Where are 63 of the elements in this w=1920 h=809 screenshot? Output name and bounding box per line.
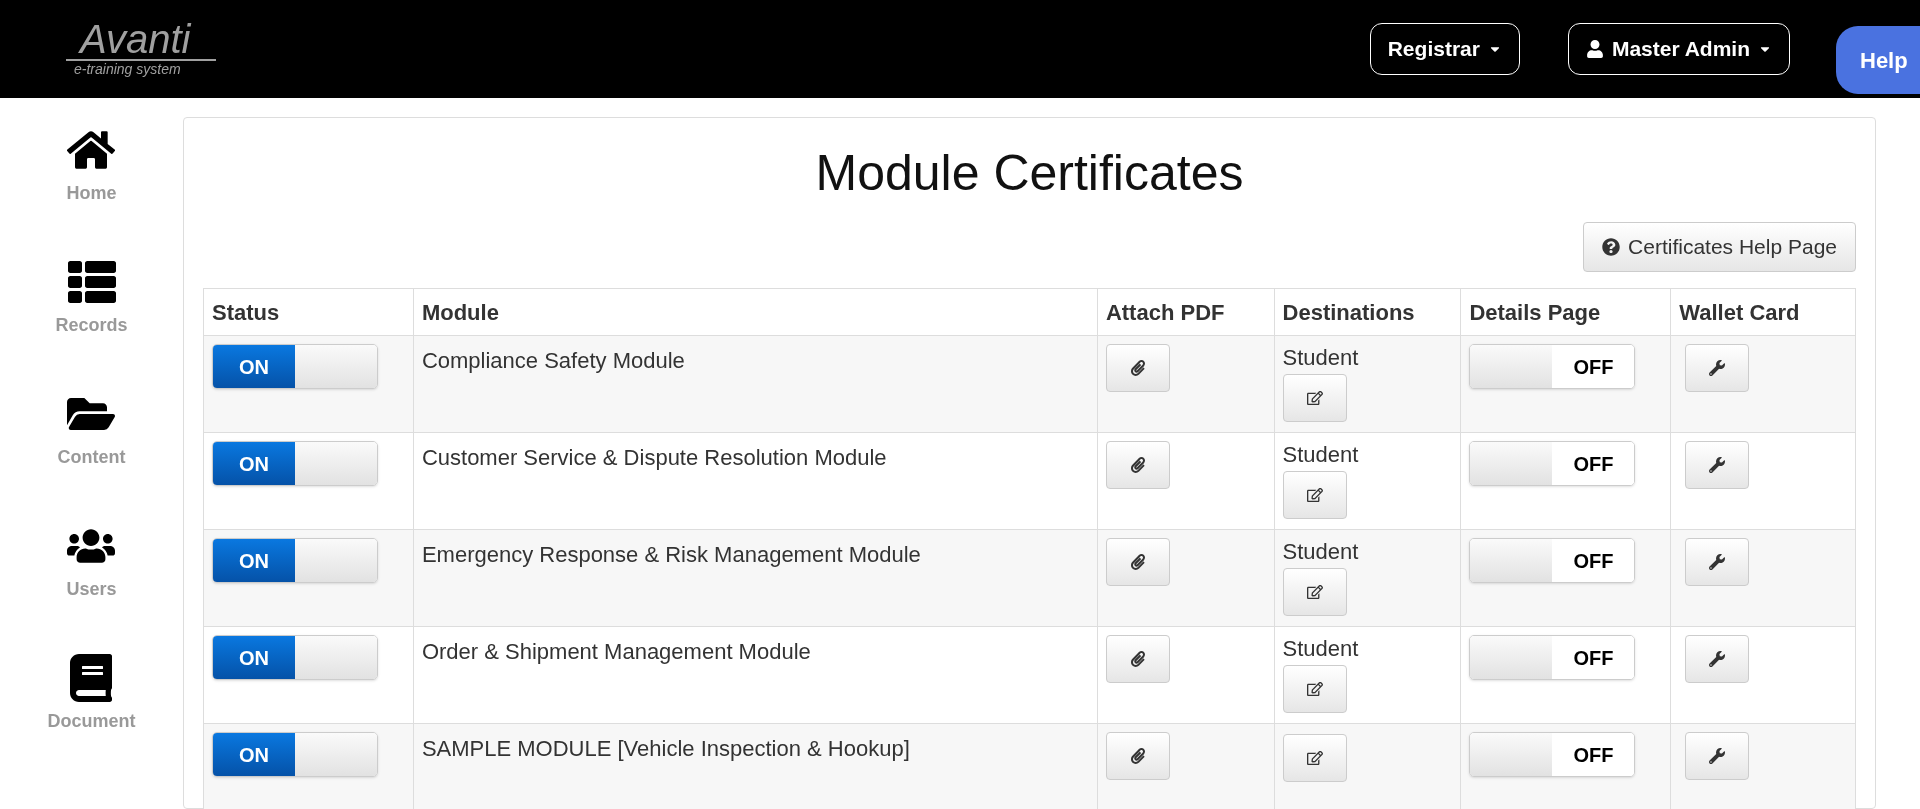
destination-text: Student bbox=[1282, 441, 1360, 469]
details-toggle[interactable]: OFF bbox=[1469, 732, 1636, 777]
help-page-button[interactable]: Certificates Help Page bbox=[1583, 222, 1856, 272]
help-button[interactable]: Help bbox=[1836, 26, 1920, 94]
column-header: Wallet Card bbox=[1670, 288, 1856, 336]
wallet-card-button[interactable] bbox=[1685, 344, 1750, 392]
table-cell: Emergency Response & Risk Management Module bbox=[413, 529, 1098, 627]
details-toggle[interactable]: OFF bbox=[1469, 441, 1636, 486]
edit-icon bbox=[1306, 389, 1323, 406]
edit-button[interactable] bbox=[1282, 470, 1347, 519]
edit-button[interactable] bbox=[1282, 373, 1347, 422]
wrench-icon bbox=[1709, 651, 1726, 667]
table-cell: Compliance Safety Module bbox=[413, 335, 1098, 433]
wrench-icon bbox=[1709, 360, 1726, 376]
wallet-card-button[interactable] bbox=[1685, 732, 1750, 780]
attach-button[interactable] bbox=[1105, 635, 1170, 683]
attach-button[interactable] bbox=[1105, 344, 1170, 392]
destination-text: Student bbox=[1282, 538, 1360, 566]
wrench-icon bbox=[1709, 554, 1726, 570]
status-toggle[interactable]: ON bbox=[212, 732, 378, 777]
column-header: Module bbox=[413, 288, 1098, 336]
records-icon bbox=[67, 258, 116, 306]
wallet-card-button[interactable] bbox=[1685, 441, 1750, 489]
wallet-card-button[interactable] bbox=[1685, 635, 1750, 683]
status-toggle[interactable]: ON bbox=[212, 344, 378, 389]
status-toggle[interactable]: ON bbox=[212, 635, 378, 680]
edit-icon bbox=[1306, 486, 1323, 503]
table-cell: Order & Shipment Management Module bbox=[413, 626, 1098, 724]
wrench-icon bbox=[1709, 748, 1726, 764]
details-toggle[interactable]: OFF bbox=[1469, 344, 1636, 389]
menu-dropdown[interactable]: Registrar bbox=[1369, 23, 1520, 75]
details-toggle[interactable]: OFF bbox=[1469, 538, 1636, 583]
column-header: Details Page bbox=[1460, 288, 1671, 336]
status-toggle[interactable]: ON bbox=[212, 538, 378, 583]
column-header: Attach PDF bbox=[1097, 288, 1275, 336]
destination-text: Student bbox=[1282, 635, 1360, 663]
paperclip-icon bbox=[1129, 748, 1146, 764]
help-icon bbox=[1602, 238, 1621, 256]
wrench-icon bbox=[1709, 457, 1726, 473]
status-toggle[interactable]: ON bbox=[212, 441, 378, 486]
details-toggle[interactable]: OFF bbox=[1469, 635, 1636, 680]
user-icon bbox=[1585, 40, 1604, 58]
edit-icon bbox=[1306, 680, 1323, 697]
edit-button[interactable] bbox=[1282, 567, 1347, 616]
destination-text: Student bbox=[1282, 344, 1360, 372]
paperclip-icon bbox=[1129, 457, 1146, 473]
edit-button[interactable] bbox=[1282, 734, 1347, 782]
edit-icon bbox=[1306, 583, 1323, 600]
paperclip-icon bbox=[1129, 651, 1146, 667]
edit-icon bbox=[1306, 750, 1323, 766]
attach-button[interactable] bbox=[1105, 732, 1170, 780]
paperclip-icon bbox=[1129, 360, 1146, 376]
attach-button[interactable] bbox=[1105, 538, 1170, 586]
menu-dropdown[interactable]: Master Admin bbox=[1567, 23, 1790, 75]
wallet-card-button[interactable] bbox=[1685, 538, 1750, 586]
column-header: Status bbox=[203, 288, 414, 336]
attach-button[interactable] bbox=[1105, 441, 1170, 489]
edit-button[interactable] bbox=[1282, 664, 1347, 713]
table-cell: Customer Service & Dispute Resolution Module bbox=[413, 432, 1098, 530]
paperclip-icon bbox=[1129, 554, 1146, 570]
page-title: Module Certificates bbox=[814, 148, 1245, 198]
column-header: Destinations bbox=[1274, 288, 1461, 336]
logo: Avanti e-training system bbox=[66, 19, 216, 79]
